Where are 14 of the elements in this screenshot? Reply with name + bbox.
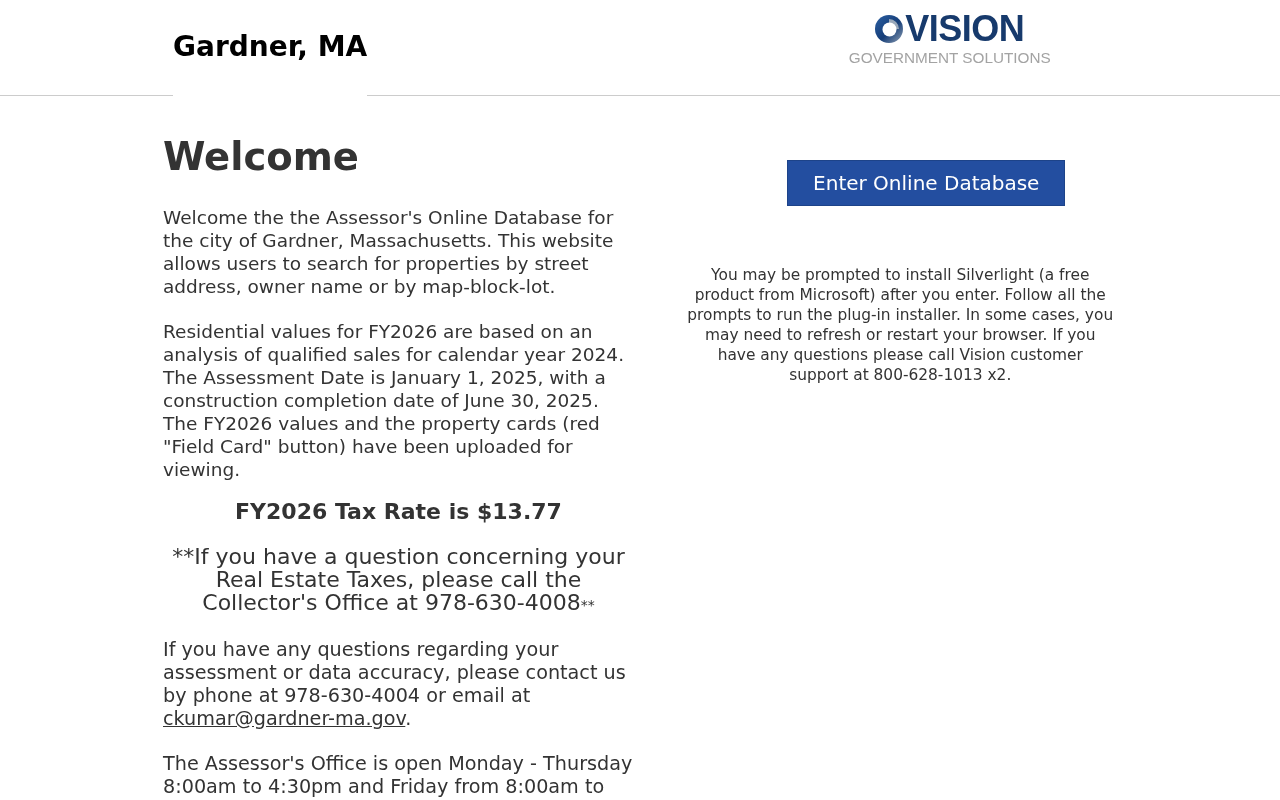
site-title: Gardner, MA [173,30,368,64]
silverlight-note: You may be prompted to install Silverlight (a free product from Microsoft) after you enter. Follow all the prompts to run the plug-in installer. In some cases, you may need to refresh or restart your browser. If you have any questions please call Vision customer support at 800-628-1013 x2. [687,265,1114,385]
tax-rate-text: FY2026 Tax Rate is $13.77 [234,499,563,524]
body-paragraph: Residential values for FY2026 are based on an analysis of qualified sales for calendar year 2024. The Assessment Date is January 1, 2025, with a construction completion date of June 30, 2025. The FY2026 values and the property cards (red "Field Card" button) have been uploaded for viewing. [163,320,625,481]
enter-database-button[interactable]: Enter Online Database [787,160,1066,206]
logo-tagline: GOVERNMENT SOLUTIONS [848,49,1051,67]
office-hours-paragraph: The Assessor's Office is open Monday - Thursday 8:00am to 4:30pm and Friday from 8:00am to [163,752,634,798]
welcome-heading: Welcome [163,133,360,181]
logo-wordmark: VISION [905,9,1025,49]
body-paragraph: Welcome the the Assessor's Online Database for the city of Gardner, Massachusetts. This website allows users to search for properties by street address, owner name or by map-block-lot. [163,206,615,298]
contact-paragraph: If you have any questions regarding your assessment or data accuracy, please contact us by phone at 978-630-4004 or email at ckumar@gardner-ma.gov. [163,638,627,730]
collector-notice: **If you have a question concerning your Real Estate Taxes, please call the Collector's Office at 978-630-4008** [171,545,626,617]
email-link[interactable]: ckumar@gardner-ma.gov [163,707,406,730]
ring-logo-icon [875,15,904,43]
